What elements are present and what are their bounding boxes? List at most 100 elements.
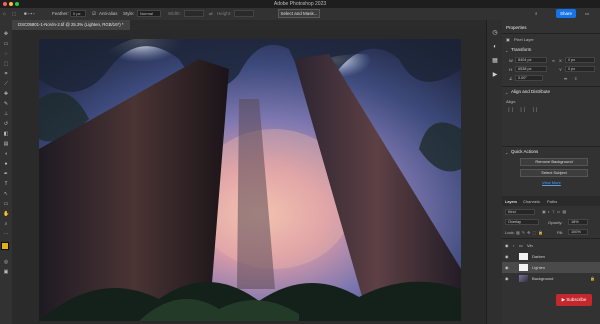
libraries-panel-icon[interactable]: ▦ — [492, 58, 498, 64]
swap-icon[interactable]: ⇄ — [209, 10, 213, 17]
lock-label: Lock: — [505, 230, 515, 235]
lock-icons[interactable]: ▦✎✥⬚🔒 — [516, 230, 545, 235]
align-chevron-icon[interactable]: ⌄ — [505, 90, 508, 95]
pixel-layer-icon: ▣ — [506, 37, 510, 42]
h-label: H — [509, 67, 512, 72]
flip-horizontal-icon[interactable]: ⇹ — [564, 76, 567, 81]
document-tab[interactable]: DSC05801-1-NoVin-2.tif @ 25.3% (Lighten,… — [12, 20, 130, 30]
height-input[interactable] — [234, 10, 254, 17]
rectangle-tool-icon[interactable]: ▭ — [3, 202, 9, 207]
link-icon[interactable]: ∞ — [552, 58, 555, 63]
layer-thumbnail — [519, 264, 528, 271]
x-label: X — [559, 58, 562, 63]
pen-tool-icon[interactable]: ✒ — [3, 172, 9, 177]
select-and-mask-button[interactable]: Select and Mask... — [278, 9, 320, 18]
style-label: Style: — [123, 11, 135, 16]
path-select-tool-icon[interactable]: ↖ — [3, 192, 9, 197]
select-subject-button[interactable]: Select Subject — [520, 169, 588, 177]
adjustments-panel-icon[interactable]: ◐ — [492, 44, 498, 50]
tab-channels[interactable]: Channels — [523, 199, 540, 204]
visibility-eye-icon[interactable]: ◉ — [505, 251, 509, 262]
layer-row[interactable]: ◉ › ▭ Vin — [502, 240, 600, 251]
more-tools-icon[interactable]: ⋯ — [3, 232, 9, 237]
workspace-icon[interactable]: ▭ — [585, 10, 589, 17]
transform-y-input[interactable]: 0 px — [565, 66, 595, 72]
visibility-eye-icon[interactable]: ◉ — [505, 273, 509, 284]
transform-height-input[interactable]: 6538 px — [515, 66, 547, 72]
move-tool-icon[interactable]: ✥ — [3, 32, 9, 37]
dodge-tool-icon[interactable]: ● — [3, 162, 9, 167]
brush-tool-icon[interactable]: ✎ — [3, 102, 9, 107]
layer-row-selected[interactable]: ◉ Lighten — [502, 262, 600, 273]
canvas-image[interactable] — [39, 39, 461, 321]
width-label: Width: — [168, 11, 181, 16]
selection-mode-icons[interactable]: ■▫▪▫ — [24, 10, 36, 17]
folder-chevron-icon[interactable]: › — [513, 240, 514, 251]
layer-row[interactable]: ◉ Darken — [502, 251, 600, 262]
flip-vertical-icon[interactable]: ⇳ — [574, 76, 577, 81]
title-bar: Adobe Photoshop 2023 — [0, 0, 600, 8]
height-label: Height: — [217, 11, 232, 16]
view-more-link[interactable]: View More — [542, 180, 561, 185]
transform-angle-input[interactable]: 0.00° — [515, 75, 543, 81]
y-label: Y — [559, 67, 562, 72]
layer-name: Lighten — [532, 265, 546, 270]
layer-row[interactable]: ◉ Background 🔒 — [502, 273, 600, 284]
visibility-eye-icon[interactable]: ◉ — [505, 262, 509, 273]
fill-input[interactable]: 100% — [568, 229, 588, 235]
layer-thumbnail — [519, 275, 528, 282]
crop-tool-icon[interactable]: ⌗ — [3, 72, 9, 77]
quick-actions-header: Quick Actions — [511, 149, 539, 154]
antialias-label: Anti-alias — [99, 11, 118, 16]
layer-name: Darken — [532, 254, 545, 259]
transform-header: Transform — [511, 47, 532, 52]
lasso-tool-icon[interactable]: ◌ — [3, 52, 9, 57]
opacity-input[interactable]: 18% — [568, 219, 588, 225]
search-icon[interactable]: ⌕ — [535, 10, 538, 17]
quick-mask-icon[interactable]: ◎ — [3, 260, 9, 265]
feather-input[interactable]: 0 px — [70, 10, 86, 17]
visibility-eye-icon[interactable]: ◉ — [505, 240, 509, 251]
antialias-checkbox[interactable]: ☑ — [92, 10, 96, 17]
w-label: W — [509, 58, 513, 63]
screen-mode-icon[interactable]: ▣ — [3, 270, 9, 275]
subscribe-button[interactable]: ▶ Subscribe — [556, 294, 592, 306]
eyedropper-tool-icon[interactable]: ⟋ — [3, 82, 9, 87]
artboard-tool-icon[interactable]: ▭ — [3, 42, 9, 47]
home-icon[interactable]: ⌂ — [3, 10, 6, 17]
foreground-color-swatch[interactable] — [1, 242, 9, 250]
subscribe-label: Subscribe — [566, 297, 587, 302]
tab-layers[interactable]: Layers — [505, 199, 517, 204]
redwood-forest-image — [39, 39, 461, 321]
transform-chevron-icon[interactable]: ⌄ — [505, 48, 508, 53]
tab-paths[interactable]: Paths — [547, 199, 557, 204]
app-title: Adobe Photoshop 2023 — [273, 1, 327, 7]
quick-actions-chevron-icon[interactable]: ⌄ — [505, 150, 508, 155]
align-buttons-icon[interactable]: ▕▏▕▏▕▏ — [506, 107, 542, 112]
blur-tool-icon[interactable]: ◖ — [3, 152, 9, 157]
layer-filter-kind[interactable]: Kind — [505, 209, 535, 215]
remove-background-button[interactable]: Remove Background — [520, 158, 588, 166]
zoom-tool-icon[interactable]: ⌕ — [3, 222, 9, 227]
history-panel-icon[interactable]: ◷ — [492, 30, 498, 36]
lock-icon: 🔒 — [590, 276, 595, 281]
clone-stamp-tool-icon[interactable]: ⊥ — [3, 112, 9, 117]
transform-width-input[interactable]: 8404 px — [515, 57, 547, 63]
width-input[interactable] — [184, 10, 204, 17]
style-select[interactable]: Normal — [137, 10, 161, 17]
opacity-label: Opacity: — [548, 220, 563, 225]
filter-icons[interactable]: ▣◐T▭▦ — [542, 209, 568, 214]
gradient-tool-icon[interactable]: ▤ — [3, 142, 9, 147]
marquee-tool-icon[interactable]: ⬚ — [12, 10, 16, 17]
folder-icon: ▭ — [519, 243, 523, 248]
eraser-tool-icon[interactable]: ◧ — [3, 132, 9, 137]
history-brush-tool-icon[interactable]: ↺ — [3, 122, 9, 127]
share-button[interactable]: Share — [556, 9, 576, 18]
type-tool-icon[interactable]: T — [3, 182, 9, 187]
blend-mode-select[interactable]: Overlay — [505, 219, 539, 225]
healing-brush-tool-icon[interactable]: ✚ — [3, 92, 9, 97]
object-select-tool-icon[interactable]: ⬚ — [3, 62, 9, 67]
hand-tool-icon[interactable]: ✋ — [3, 212, 9, 217]
transform-x-input[interactable]: 0 px — [565, 57, 595, 63]
actions-panel-icon[interactable]: ▶ — [492, 72, 498, 78]
